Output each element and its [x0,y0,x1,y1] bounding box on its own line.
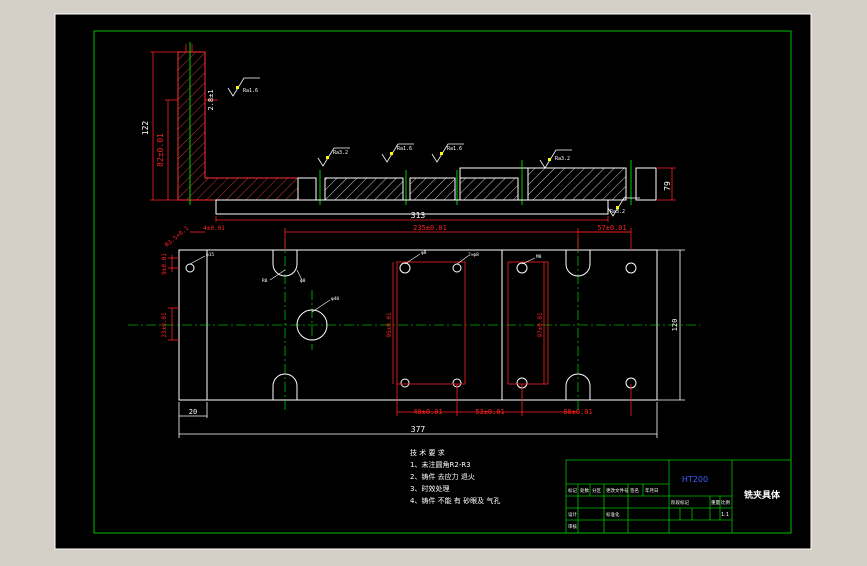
dim-small-offset: 4±0.01 [203,225,225,232]
cad-drawing: 122 82±0.01 2.8±1 313 79 Ra1.6 Ra3.2 Ra1… [54,13,812,550]
note-4: 4、铸件 不能 有 砂眼及 气孔 [410,496,500,505]
plate-segment-2 [324,177,404,201]
row-design: 设计 [568,511,577,518]
scale-label: 比例 [721,499,730,506]
weight-label: 重量 [711,499,720,506]
dim-left-edge: 20 [189,408,197,416]
dim-length: 313 [411,211,426,220]
hole-label-a: φ15 [206,252,214,258]
scale-value: 1:1 [721,512,729,518]
dim-right-spacing: 57±0.01 [597,224,627,232]
roughness-label-5: Ra3.2 [555,156,570,162]
hole-label-g: φ8 [300,278,306,284]
hole-label-d: φ40 [331,296,339,302]
dim-bottom-3: 88±0.01 [563,408,593,416]
dim-height-inner: 82±0.01 [156,133,165,167]
header-date: 年月日 [645,487,659,494]
header-sign: 签名 [630,487,639,494]
header-file: 更改文件号 [606,487,629,494]
row-check: 审核 [568,523,577,530]
dim-left-vertical: 9±0.01 [161,253,168,275]
note-2: 2、铸件 去应力 退火 [410,472,475,481]
plate-segment-3 [409,177,456,201]
dim-wall: 2.8±1 [207,89,215,110]
note-1: 1、未注圆角R2-R3 [410,460,471,469]
stage-label: 阶段标记 [671,499,689,506]
note-3: 3、时效处理 [410,484,449,493]
dim-center-v2: 97±0.01 [537,312,544,338]
dim-hole-spacing: 235±0.01 [413,224,447,232]
notes-heading: 技 术 要 求 [410,448,445,457]
header-zone: 分区 [592,487,601,494]
dim-left-mid: 23±0.01 [161,312,168,338]
dim-height-overall: 122 [141,121,150,136]
roughness-label-4: Ra1.6 [447,146,462,152]
hole-label-b: φ8 [421,250,427,256]
dim-overall: 377 [411,425,426,434]
roughness-label-3: Ra1.6 [397,146,412,152]
material-label: HT200 [682,475,708,484]
dim-bottom-2: 53±0.01 [475,408,505,416]
dim-height: 120 [671,319,679,332]
row-standard: 标准化 [606,511,620,518]
header-count: 处数 [580,487,589,494]
plate-segment-5 [527,167,627,201]
drawing-viewport[interactable]: 122 82±0.01 2.8±1 313 79 Ra1.6 Ra3.2 Ra1… [0,0,867,562]
roughness-label-2: Ra3.2 [333,150,348,156]
header-mark: 标记 [568,487,577,494]
dim-height-right: 79 [663,181,672,191]
dim-bottom-1: 40±0.01 [413,408,443,416]
hole-label-f: R8 [262,278,268,284]
drawing-name: 铣夹具体 [744,489,781,501]
roughness-label-6: Ra3.2 [610,209,625,215]
plate-segment-4 [459,177,519,201]
dim-center-v1: 95±0.01 [386,312,393,338]
roughness-label-1: Ra1.6 [243,88,258,94]
hole-label-c: 2×φ8 [468,252,479,258]
hole-label-e: M8 [536,254,542,260]
